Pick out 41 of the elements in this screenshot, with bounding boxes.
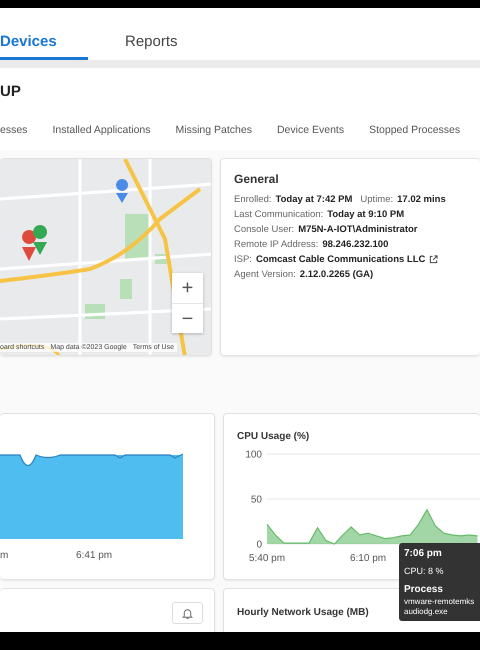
chart-title: CPU Usage (%) (237, 431, 310, 442)
axis-tick-label: 5:40 pm (248, 553, 286, 564)
external-link-icon[interactable] (429, 255, 438, 264)
process-name: vmware-remotemks (404, 597, 476, 607)
field-value: 17.02 mins (397, 193, 446, 207)
field-value: Today at 7:42 PM (276, 193, 352, 207)
field-label: Agent Version: (234, 268, 296, 282)
nav-tab[interactable]: Reports (125, 8, 187, 60)
axis-tick-label: 0 (256, 540, 262, 550)
axis-tick-label: 50 (250, 494, 262, 506)
notification-button[interactable] (172, 602, 203, 624)
section-tab[interactable]: Installed Applications (52, 124, 151, 142)
axis-tick-label: 6:10 pm (350, 553, 386, 564)
tooltip-heading: Process (404, 583, 444, 597)
field-value: Today at 9:10 PM (327, 208, 404, 222)
section-tab[interactable]: Missing Patches (176, 124, 252, 142)
chart-title: Hourly Network Usage (MB) (237, 607, 369, 618)
bell-icon (181, 606, 194, 620)
process-name: audiodg.exe (404, 607, 449, 617)
tooltip-value: CPU: 8 % (404, 565, 445, 578)
section-tab[interactable]: Device Events (276, 124, 344, 142)
zoom-out-button[interactable]: − (172, 303, 203, 333)
field-label: Remote IP Address: (234, 238, 318, 252)
field-value: M75N-A-IOT\Administrator (298, 223, 418, 237)
field-label: ISP: (234, 253, 252, 267)
field-value: 98.246.232.100 (322, 238, 388, 252)
device-name: UP (0, 83, 21, 100)
section-tab[interactable]: esses (0, 124, 28, 142)
field-value: 2.12.0.2265 (GA) (300, 268, 374, 282)
field-label: Uptime: (360, 193, 394, 207)
field-label: Console User: (234, 223, 294, 237)
axis-label: m (0, 550, 8, 561)
field-value: Comcast Cable Communications LLC (256, 253, 426, 267)
zoom-in-button[interactable]: + (172, 273, 203, 303)
axis-label: 6:41 pm (76, 550, 112, 561)
card-title: General (234, 172, 280, 186)
tooltip-time: 7:06 pm (404, 547, 443, 561)
field-label: Last Communication: (234, 208, 324, 222)
axis-tick-label: 100 (245, 450, 262, 460)
section-tab[interactable]: Stopped Processes (369, 124, 460, 142)
field-label: Enrolled: (234, 193, 272, 207)
